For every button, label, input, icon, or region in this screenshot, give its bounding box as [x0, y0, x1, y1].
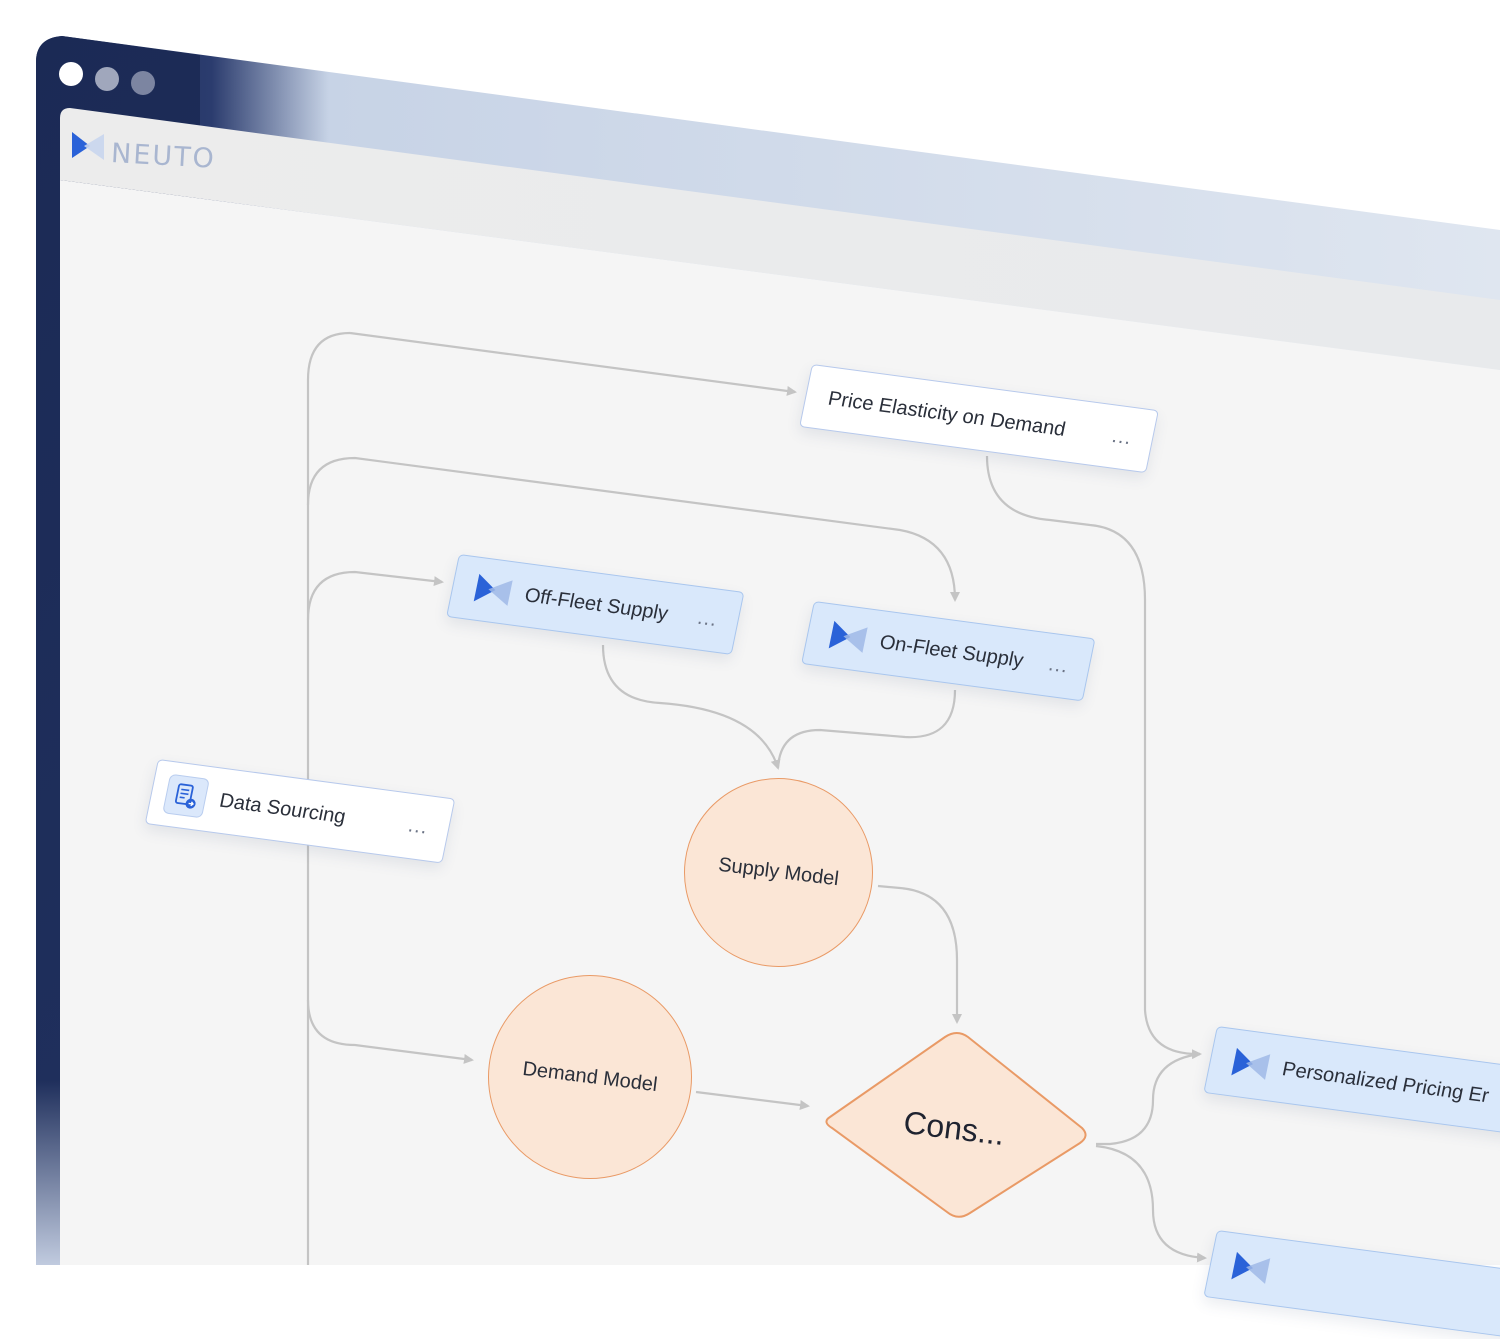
node-label: Personalized Pricing Er	[1280, 1057, 1491, 1107]
node-label: Price Elasticity on Demand	[826, 387, 1068, 441]
node-label: Supply Model	[717, 853, 841, 891]
neuto-node-icon	[828, 620, 868, 653]
node-off-fleet-supply[interactable]: Off-Fleet Supply ...	[446, 554, 745, 655]
minimize-dot[interactable]	[95, 67, 119, 91]
neuto-node-icon	[1231, 1047, 1271, 1080]
node-data-sourcing[interactable]: Data Sourcing ...	[144, 759, 456, 864]
neuto-logo-icon	[72, 132, 104, 160]
neuto-node-icon	[1231, 1251, 1271, 1284]
node-label: Data Sourcing	[217, 789, 348, 828]
app-window: NEUTO Price Elasticity on Demand ... Off…	[0, 0, 1500, 1339]
node-demand-model[interactable]: Demand Model	[476, 963, 704, 1191]
neuto-node-icon	[473, 573, 513, 606]
node-supply-model[interactable]: Supply Model	[673, 767, 884, 978]
node-personalized-pricing[interactable]: Personalized Pricing Er	[1203, 1026, 1500, 1136]
close-dot[interactable]	[59, 62, 83, 86]
node-bottom-partial[interactable]	[1203, 1230, 1500, 1339]
more-options-icon[interactable]: ...	[1046, 653, 1071, 678]
node-label: On-Fleet Supply	[877, 630, 1026, 672]
node-label: Demand Model	[521, 1057, 659, 1096]
app-logo-text: NEUTO	[110, 138, 217, 175]
node-label: Off-Fleet Supply	[522, 583, 671, 625]
more-options-icon[interactable]: ...	[695, 607, 720, 632]
node-price-elasticity[interactable]: Price Elasticity on Demand ...	[799, 364, 1159, 474]
more-options-icon[interactable]: ...	[406, 814, 430, 839]
maximize-dot[interactable]	[131, 71, 155, 95]
more-options-icon[interactable]: ...	[1110, 425, 1134, 450]
node-on-fleet-supply[interactable]: On-Fleet Supply ...	[801, 601, 1096, 702]
document-icon	[162, 773, 210, 819]
